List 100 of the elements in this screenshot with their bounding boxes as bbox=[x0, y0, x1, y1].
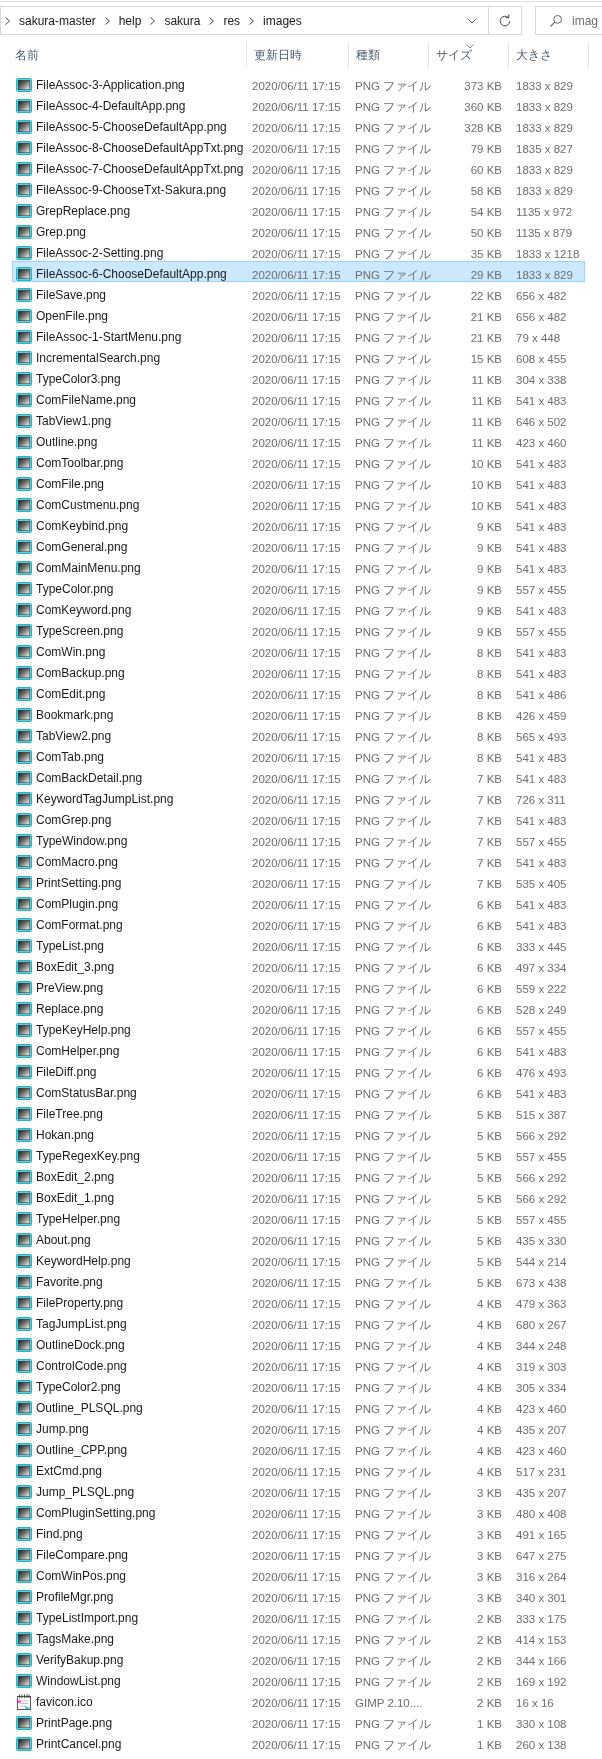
file-row[interactable]: OutlineDock.png 2020/06/11 17:15 PNG ファイル 4 KB 344 x 248 bbox=[12, 1332, 585, 1353]
file-row[interactable]: TypeRegexKey.png 2020/06/11 17:15 PNG ファイル 5 KB 557 x 455 bbox=[12, 1143, 585, 1164]
file-row[interactable]: ComKeyword.png 2020/06/11 17:15 PNG ファイル 9 KB 541 x 483 bbox=[12, 597, 585, 618]
path-segment[interactable]: help bbox=[112, 10, 148, 31]
file-row[interactable]: TypeListImport.png 2020/06/11 17:15 PNG ファイル 2 KB 333 x 175 bbox=[12, 1605, 585, 1626]
column-header[interactable]: サイズ bbox=[429, 42, 509, 68]
file-row[interactable]: ComToolbar.png 2020/06/11 17:15 PNG ファイル 10 KB 541 x 483 bbox=[12, 450, 585, 471]
column-header[interactable]: 名前 bbox=[0, 42, 247, 68]
search-field[interactable]: imag bbox=[535, 6, 602, 35]
file-row[interactable]: ComGeneral.png 2020/06/11 17:15 PNG ファイル 9 KB 541 x 483 bbox=[12, 534, 585, 555]
file-row[interactable]: ComStatusBar.png 2020/06/11 17:15 PNG ファイル 6 KB 541 x 483 bbox=[12, 1080, 585, 1101]
file-row[interactable]: TypeList.png 2020/06/11 17:15 PNG ファイル 6 KB 333 x 445 bbox=[12, 933, 585, 954]
file-row[interactable]: TypeWindow.png 2020/06/11 17:15 PNG ファイル 7 KB 557 x 455 bbox=[12, 828, 585, 849]
file-row[interactable]: FileDiff.png 2020/06/11 17:15 PNG ファイル 6 KB 476 x 493 bbox=[12, 1059, 585, 1080]
file-row[interactable]: PrintCancel.png 2020/06/11 17:15 PNG ファイル 1 KB 260 x 138 bbox=[12, 1731, 585, 1752]
file-row[interactable]: TypeColor2.png 2020/06/11 17:15 PNG ファイル 4 KB 305 x 334 bbox=[12, 1374, 585, 1395]
chevron-right-icon[interactable] bbox=[209, 16, 215, 25]
file-row[interactable]: ComCustmenu.png 2020/06/11 17:15 PNG ファイル 10 KB 541 x 483 bbox=[12, 492, 585, 513]
file-row[interactable]: ComWin.png 2020/06/11 17:15 PNG ファイル 8 KB 541 x 483 bbox=[12, 639, 585, 660]
file-row[interactable]: ComPlugin.png 2020/06/11 17:15 PNG ファイル 6 KB 541 x 483 bbox=[12, 891, 585, 912]
file-row[interactable]: ComPluginSetting.png 2020/06/11 17:15 PNG ファイル 3 KB 480 x 408 bbox=[12, 1500, 585, 1521]
chevron-right-icon[interactable] bbox=[249, 16, 255, 25]
file-row[interactable]: BoxEdit_2.png 2020/06/11 17:15 PNG ファイル 5 KB 566 x 292 bbox=[12, 1164, 585, 1185]
path-segment[interactable]: sakura-master bbox=[13, 10, 102, 31]
file-row[interactable]: TabView2.png 2020/06/11 17:15 PNG ファイル 8 KB 565 x 493 bbox=[12, 723, 585, 744]
file-row[interactable]: ExtCmd.png 2020/06/11 17:15 PNG ファイル 4 KB 517 x 231 bbox=[12, 1458, 585, 1479]
file-row[interactable]: ComBackup.png 2020/06/11 17:15 PNG ファイル 8 KB 541 x 483 bbox=[12, 660, 585, 681]
file-row[interactable]: ProfileMgr.png 2020/06/11 17:15 PNG ファイル 3 KB 340 x 301 bbox=[12, 1584, 585, 1605]
file-row[interactable]: FileAssoc-1-StartMenu.png 2020/06/11 17:15 PNG ファイル 21 KB 79 x 448 bbox=[12, 324, 585, 345]
column-header[interactable]: 更新日時 bbox=[247, 42, 349, 68]
file-row[interactable]: ComKeybind.png 2020/06/11 17:15 PNG ファイル 9 KB 541 x 483 bbox=[12, 513, 585, 534]
file-row[interactable]: KeywordTagJumpList.png 2020/06/11 17:15 PNG ファイル 7 KB 726 x 311 bbox=[12, 786, 585, 807]
file-row[interactable]: PrintPage.png 2020/06/11 17:15 PNG ファイル 1 KB 330 x 108 bbox=[12, 1710, 585, 1731]
file-row[interactable]: TypeHelper.png 2020/06/11 17:15 PNG ファイル 5 KB 557 x 455 bbox=[12, 1206, 585, 1227]
file-row[interactable]: TabView1.png 2020/06/11 17:15 PNG ファイル 11 KB 646 x 502 bbox=[12, 408, 585, 429]
chevron-right-icon[interactable] bbox=[150, 16, 156, 25]
file-row[interactable]: ComFormat.png 2020/06/11 17:15 PNG ファイル 6 KB 541 x 483 bbox=[12, 912, 585, 933]
file-row[interactable]: FileAssoc-4-DefaultApp.png 2020/06/11 17:15 PNG ファイル 360 KB 1833 x 829 bbox=[12, 93, 585, 114]
file-row[interactable]: Bookmark.png 2020/06/11 17:15 PNG ファイル 8 KB 426 x 459 bbox=[12, 702, 585, 723]
file-row[interactable]: FileAssoc-7-ChooseDefaultAppTxt.png 2020/06/11 17:15 PNG ファイル 60 KB 1833 x 829 bbox=[12, 156, 585, 177]
path-segment[interactable]: sakura bbox=[158, 10, 207, 31]
file-row[interactable]: GrepReplace.png 2020/06/11 17:15 PNG ファイル 54 KB 1135 x 972 bbox=[12, 198, 585, 219]
file-row[interactable]: TagsMake.png 2020/06/11 17:15 PNG ファイル 2 KB 414 x 153 bbox=[12, 1626, 585, 1647]
file-row[interactable]: TagJumpList.png 2020/06/11 17:15 PNG ファイル 4 KB 680 x 267 bbox=[12, 1311, 585, 1332]
file-row[interactable]: VerifyBakup.png 2020/06/11 17:15 PNG ファイル 2 KB 344 x 166 bbox=[12, 1647, 585, 1668]
file-row[interactable]: OpenFile.png 2020/06/11 17:15 PNG ファイル 21 KB 656 x 482 bbox=[12, 303, 585, 324]
file-row[interactable]: Jump.png 2020/06/11 17:15 PNG ファイル 4 KB 435 x 207 bbox=[12, 1416, 585, 1437]
file-row[interactable]: Outline_PLSQL.png 2020/06/11 17:15 PNG ファイル 4 KB 423 x 460 bbox=[12, 1395, 585, 1416]
address-bar[interactable]: sakura-master help sakura res images bbox=[0, 6, 490, 35]
column-header[interactable]: 種類 bbox=[349, 42, 429, 68]
file-row[interactable]: ComBackDetail.png 2020/06/11 17:15 PNG ファイル 7 KB 541 x 483 bbox=[12, 765, 585, 786]
file-row[interactable]: ComFile.png 2020/06/11 17:15 PNG ファイル 10 KB 541 x 483 bbox=[12, 471, 585, 492]
file-row[interactable]: IncrementalSearch.png 2020/06/11 17:15 PNG ファイル 15 KB 608 x 455 bbox=[12, 345, 585, 366]
file-row[interactable]: TypeKeyHelp.png 2020/06/11 17:15 PNG ファイル 6 KB 557 x 455 bbox=[12, 1017, 585, 1038]
chevron-right-icon[interactable] bbox=[104, 16, 110, 25]
file-row[interactable]: BoxEdit_3.png 2020/06/11 17:15 PNG ファイル 6 KB 497 x 334 bbox=[12, 954, 585, 975]
chevron-down-icon[interactable] bbox=[467, 17, 478, 24]
file-row[interactable]: FileAssoc-9-ChooseTxt-Sakura.png 2020/06/11 17:15 PNG ファイル 58 KB 1833 x 829 bbox=[12, 177, 585, 198]
path-segment[interactable]: res bbox=[217, 10, 247, 31]
file-row[interactable]: Outline.png 2020/06/11 17:15 PNG ファイル 11 KB 423 x 460 bbox=[12, 429, 585, 450]
file-row[interactable]: FileCompare.png 2020/06/11 17:15 PNG ファイル 3 KB 647 x 275 bbox=[12, 1542, 585, 1563]
file-row[interactable]: favicon.ico 2020/06/11 17:15 GIMP 2.10.... 2 KB 16 x 16 bbox=[12, 1689, 585, 1710]
file-row[interactable]: WindowList.png 2020/06/11 17:15 PNG ファイル 2 KB 169 x 192 bbox=[12, 1668, 585, 1689]
file-row[interactable]: ComTab.png 2020/06/11 17:15 PNG ファイル 8 KB 541 x 483 bbox=[12, 744, 585, 765]
file-row[interactable]: FileAssoc-2-Setting.png 2020/06/11 17:15 PNG ファイル 35 KB 1833 x 1218 bbox=[12, 240, 585, 261]
file-row[interactable]: PreView.png 2020/06/11 17:15 PNG ファイル 6 KB 559 x 222 bbox=[12, 975, 585, 996]
file-row[interactable]: FileAssoc-3-Application.png 2020/06/11 17:15 PNG ファイル 373 KB 1833 x 829 bbox=[12, 72, 585, 93]
file-row[interactable]: FileAssoc-5-ChooseDefaultApp.png 2020/06/11 17:15 PNG ファイル 328 KB 1833 x 829 bbox=[12, 114, 585, 135]
column-header[interactable]: 大きさ bbox=[509, 42, 589, 68]
file-row[interactable]: ComGrep.png 2020/06/11 17:15 PNG ファイル 7 KB 541 x 483 bbox=[12, 807, 585, 828]
file-row[interactable]: FileTree.png 2020/06/11 17:15 PNG ファイル 5 KB 515 x 387 bbox=[12, 1101, 585, 1122]
search-input[interactable]: imag bbox=[572, 11, 602, 30]
file-row[interactable]: TypeScreen.png 2020/06/11 17:15 PNG ファイル 9 KB 557 x 455 bbox=[12, 618, 585, 639]
file-row[interactable]: ControlCode.png 2020/06/11 17:15 PNG ファイル 4 KB 319 x 303 bbox=[12, 1353, 585, 1374]
file-row[interactable]: PrintSetting.png 2020/06/11 17:15 PNG ファイル 7 KB 535 x 405 bbox=[12, 870, 585, 891]
file-row[interactable]: Replace.png 2020/06/11 17:15 PNG ファイル 6 KB 528 x 249 bbox=[12, 996, 585, 1017]
file-row[interactable]: FileAssoc-6-ChooseDefaultApp.png 2020/06/11 17:15 PNG ファイル 29 KB 1833 x 829 bbox=[12, 261, 585, 282]
refresh-button[interactable] bbox=[489, 6, 522, 35]
chevron-right-icon[interactable] bbox=[5, 16, 10, 25]
file-row[interactable]: KeywordHelp.png 2020/06/11 17:15 PNG ファイル 5 KB 544 x 214 bbox=[12, 1248, 585, 1269]
file-row[interactable]: ComMacro.png 2020/06/11 17:15 PNG ファイル 7 KB 541 x 483 bbox=[12, 849, 585, 870]
file-row[interactable]: Grep.png 2020/06/11 17:15 PNG ファイル 50 KB 1135 x 879 bbox=[12, 219, 585, 240]
file-row[interactable]: TypeColor.png 2020/06/11 17:15 PNG ファイル 9 KB 557 x 455 bbox=[12, 576, 585, 597]
file-row[interactable]: About.png 2020/06/11 17:15 PNG ファイル 5 KB 435 x 330 bbox=[12, 1227, 585, 1248]
file-row[interactable]: Hokan.png 2020/06/11 17:15 PNG ファイル 5 KB 566 x 292 bbox=[12, 1122, 585, 1143]
file-row[interactable]: FileAssoc-8-ChooseDefaultAppTxt.png 2020/06/11 17:15 PNG ファイル 79 KB 1835 x 827 bbox=[12, 135, 585, 156]
file-row[interactable]: Outline_CPP.png 2020/06/11 17:15 PNG ファイル 4 KB 423 x 460 bbox=[12, 1437, 585, 1458]
file-row[interactable]: Favorite.png 2020/06/11 17:15 PNG ファイル 5 KB 673 x 438 bbox=[12, 1269, 585, 1290]
file-row[interactable]: TypeColor3.png 2020/06/11 17:15 PNG ファイル 11 KB 304 x 338 bbox=[12, 366, 585, 387]
file-row[interactable]: Jump_PLSQL.png 2020/06/11 17:15 PNG ファイル 3 KB 435 x 207 bbox=[12, 1479, 585, 1500]
file-row[interactable]: BoxEdit_1.png 2020/06/11 17:15 PNG ファイル 5 KB 566 x 292 bbox=[12, 1185, 585, 1206]
file-row[interactable]: ComWinPos.png 2020/06/11 17:15 PNG ファイル 3 KB 316 x 264 bbox=[12, 1563, 585, 1584]
file-row[interactable]: ComMainMenu.png 2020/06/11 17:15 PNG ファイル 9 KB 541 x 483 bbox=[12, 555, 585, 576]
file-row[interactable]: ComHelper.png 2020/06/11 17:15 PNG ファイル 6 KB 541 x 483 bbox=[12, 1038, 585, 1059]
path-segment[interactable]: images bbox=[257, 10, 308, 31]
file-row[interactable]: ComFileName.png 2020/06/11 17:15 PNG ファイル 11 KB 541 x 483 bbox=[12, 387, 585, 408]
file-row[interactable]: FileSave.png 2020/06/11 17:15 PNG ファイル 22 KB 656 x 482 bbox=[12, 282, 585, 303]
file-row[interactable]: Find.png 2020/06/11 17:15 PNG ファイル 3 KB 491 x 165 bbox=[12, 1521, 585, 1542]
file-row[interactable]: FileProperty.png 2020/06/11 17:15 PNG ファイル 4 KB 479 x 363 bbox=[12, 1290, 585, 1311]
file-row[interactable]: ComEdit.png 2020/06/11 17:15 PNG ファイル 8 KB 541 x 486 bbox=[12, 681, 585, 702]
